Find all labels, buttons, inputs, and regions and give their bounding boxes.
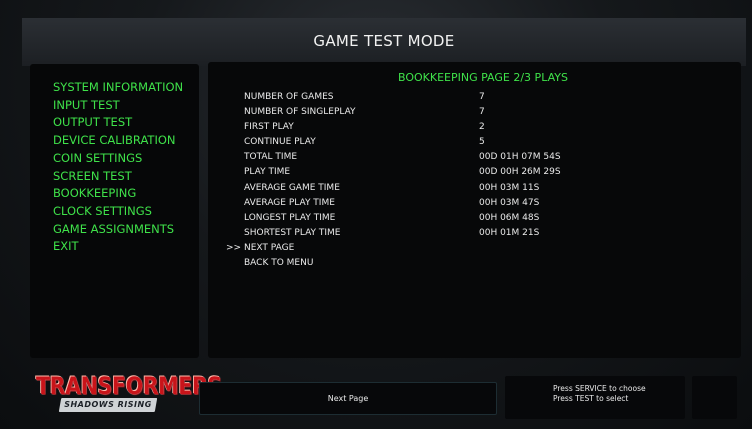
- stat-value: 5: [479, 137, 485, 148]
- stat-row: SHORTEST PLAY TIME 00H 01M 21S: [208, 228, 741, 243]
- help-service-text: Press SERVICE to choose: [553, 384, 646, 393]
- stat-label: NUMBER OF GAMES: [244, 92, 334, 102]
- stat-row: LONGEST PLAY TIME 00H 06M 48S: [208, 213, 741, 228]
- menu-item[interactable]: SCREEN TEST: [53, 168, 183, 186]
- stat-row: NUMBER OF SINGLEPLAY 7: [208, 107, 741, 122]
- menu-item[interactable]: INPUT TEST: [53, 97, 183, 115]
- stat-value: 00H 03M 11S: [479, 182, 540, 193]
- menu-item[interactable]: DEVICE CALIBRATION: [53, 132, 183, 150]
- menu-item[interactable]: CLOCK SETTINGS: [53, 203, 183, 221]
- stat-row: CONTINUE PLAY 5: [208, 137, 741, 152]
- menu-item[interactable]: BOOKKEEPING: [53, 185, 183, 203]
- stat-value: 7: [479, 107, 485, 118]
- stat-label: TOTAL TIME: [244, 152, 298, 163]
- bookkeeping-panel: BOOKKEEPING PAGE 2/3 PLAYS NUMBER OF GAM…: [208, 62, 741, 358]
- stat-value: 00H 06M 48S: [479, 212, 540, 223]
- menu-item[interactable]: SYSTEM INFORMATION: [53, 79, 183, 97]
- stat-value: 7: [479, 92, 485, 102]
- selection-cursor: >>: [226, 242, 242, 253]
- stat-row: NUMBER OF GAMES 7: [208, 92, 741, 107]
- stat-row: AVERAGE GAME TIME 00H 03M 11S: [208, 183, 741, 198]
- stat-label: NUMBER OF SINGLEPLAY: [244, 107, 356, 118]
- next-page-option[interactable]: >> NEXT PAGE: [208, 243, 741, 258]
- page-heading: BOOKKEEPING PAGE 2/3 PLAYS: [398, 71, 568, 84]
- stat-row: AVERAGE PLAY TIME 00H 03M 47S: [208, 198, 741, 213]
- stat-value: 00D 00H 26M 29S: [479, 167, 561, 178]
- stat-row: FIRST PLAY 2: [208, 122, 741, 137]
- menu-item[interactable]: OUTPUT TEST: [53, 114, 183, 132]
- bookkeeping-table: NUMBER OF GAMES 7 NUMBER OF SINGLEPLAY 7 FIR…: [208, 92, 741, 273]
- stat-row: PLAY TIME 00D 00H 26M 29S: [208, 167, 741, 182]
- test-mode-screen: GAME TEST MODE SYSTEM INFORMATION INPUT T…: [0, 0, 752, 429]
- stat-row: TOTAL TIME 00D 01H 07M 54S: [208, 152, 741, 167]
- logo-subtitle-plate: SHADOWS RISING: [58, 398, 158, 412]
- option-label: NEXT PAGE: [244, 242, 295, 253]
- stat-label: AVERAGE GAME TIME: [244, 182, 340, 193]
- logo-title: TRANSFORMERS: [36, 372, 222, 400]
- menu-item[interactable]: EXIT: [53, 238, 183, 256]
- stat-label: AVERAGE PLAY TIME: [244, 197, 335, 208]
- stat-value: 00D 01H 07M 54S: [479, 152, 561, 163]
- test-menu-panel: SYSTEM INFORMATION INPUT TEST OUTPUT TEST D…: [30, 64, 199, 358]
- stat-label: CONTINUE PLAY: [244, 137, 316, 148]
- back-to-menu-option[interactable]: BACK TO MENU: [208, 258, 741, 273]
- logo-subtitle: SHADOWS RISING: [64, 400, 152, 409]
- title-bar: GAME TEST MODE: [22, 18, 746, 66]
- stat-label: SHORTEST PLAY TIME: [244, 227, 341, 238]
- test-menu: SYSTEM INFORMATION INPUT TEST OUTPUT TEST D…: [53, 79, 183, 256]
- stat-value: 2: [479, 122, 485, 133]
- next-page-hint: Next Page: [327, 394, 369, 403]
- status-box: [692, 376, 737, 419]
- stat-value: 00H 01M 21S: [479, 227, 540, 238]
- page-title: GAME TEST MODE: [313, 32, 455, 50]
- stat-label: FIRST PLAY: [244, 122, 294, 133]
- option-label: BACK TO MENU: [244, 258, 314, 269]
- next-page-hint-box: Next Page: [199, 382, 497, 415]
- controls-help-box: Press SERVICE to choose Press TEST to se…: [505, 376, 685, 419]
- menu-item[interactable]: GAME ASSIGNMENTS: [53, 221, 183, 239]
- help-test-text: Press TEST to select: [553, 394, 629, 403]
- stat-value: 00H 03M 47S: [479, 197, 540, 208]
- stat-label: LONGEST PLAY TIME: [244, 212, 336, 223]
- transformers-logo: TRANSFORMERS SHADOWS RISING: [30, 372, 222, 420]
- menu-item[interactable]: COIN SETTINGS: [53, 150, 183, 168]
- stat-label: PLAY TIME: [244, 167, 291, 178]
